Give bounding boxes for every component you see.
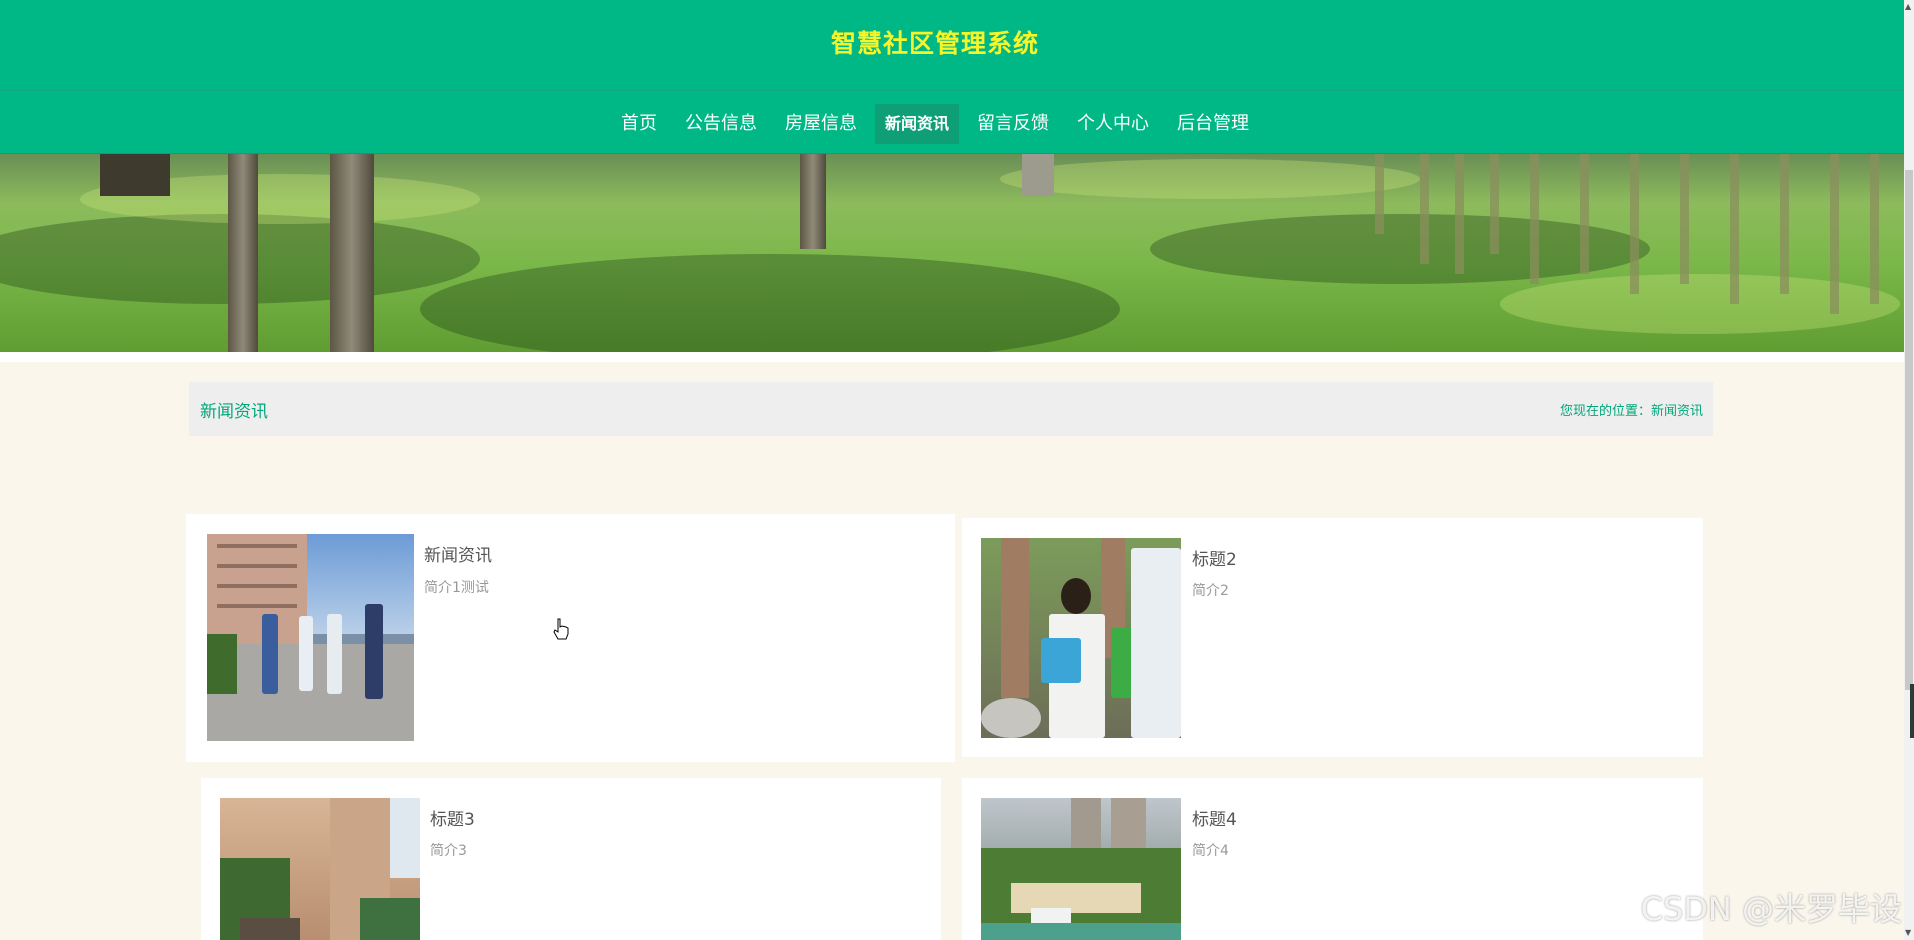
vertical-scrollbar[interactable]: ▲ ▼	[1904, 0, 1914, 940]
scroll-down-icon[interactable]: ▼	[1905, 928, 1911, 938]
watermark: CSDN @米罗毕设	[1640, 890, 1902, 928]
news-title[interactable]: 标题3	[430, 805, 475, 830]
nav-item-home[interactable]: 首页	[611, 104, 667, 144]
breadcrumb: 您现在的位置：新闻资讯	[1559, 404, 1703, 419]
news-summary: 简介3	[430, 843, 467, 859]
section-header: 新闻资讯 您现在的位置：新闻资讯	[189, 382, 1713, 436]
hand-cursor-icon	[553, 618, 569, 640]
news-title[interactable]: 标题4	[1192, 805, 1237, 830]
news-thumbnail[interactable]	[207, 534, 414, 741]
banner-gap	[0, 352, 1904, 362]
nav-item-admin[interactable]: 后台管理	[1167, 104, 1259, 144]
news-thumbnail[interactable]	[981, 538, 1181, 738]
nav-item-news[interactable]: 新闻资讯	[874, 104, 959, 144]
main-nav: 首页 公告信息 房屋信息 新闻资讯 留言反馈 个人中心 后台管理	[0, 104, 1870, 144]
news-card[interactable]: 新闻资讯 简介1测试	[186, 514, 955, 762]
side-marker	[1910, 684, 1914, 738]
nav-item-feedback[interactable]: 留言反馈	[967, 104, 1059, 144]
news-thumbnail[interactable]	[220, 798, 420, 940]
site-header: 智慧社区管理系统 首页 公告信息 房屋信息 新闻资讯 留言反馈 个人中心 后台管…	[0, 0, 1904, 154]
news-card[interactable]: 标题4 简介4	[962, 778, 1703, 940]
news-summary: 简介4	[1192, 843, 1229, 859]
nav-item-announcements[interactable]: 公告信息	[675, 104, 767, 144]
scroll-up-icon[interactable]: ▲	[1905, 2, 1911, 12]
nav-item-housing[interactable]: 房屋信息	[775, 104, 867, 144]
news-card[interactable]: 标题3 简介3	[201, 778, 941, 940]
banner-image	[0, 154, 1904, 352]
news-summary: 简介2	[1192, 583, 1229, 599]
news-title[interactable]: 标题2	[1192, 545, 1237, 570]
section-title: 新闻资讯	[200, 402, 268, 422]
scrollbar-thumb[interactable]	[1905, 170, 1913, 690]
news-summary: 简介1测试	[424, 580, 489, 596]
header-divider	[0, 90, 1904, 91]
news-thumbnail[interactable]	[981, 798, 1181, 940]
news-title[interactable]: 新闻资讯	[424, 541, 492, 566]
nav-item-personal-center[interactable]: 个人中心	[1067, 104, 1159, 144]
news-card[interactable]: 标题2 简介2	[962, 518, 1703, 757]
site-title: 智慧社区管理系统	[830, 29, 1039, 58]
